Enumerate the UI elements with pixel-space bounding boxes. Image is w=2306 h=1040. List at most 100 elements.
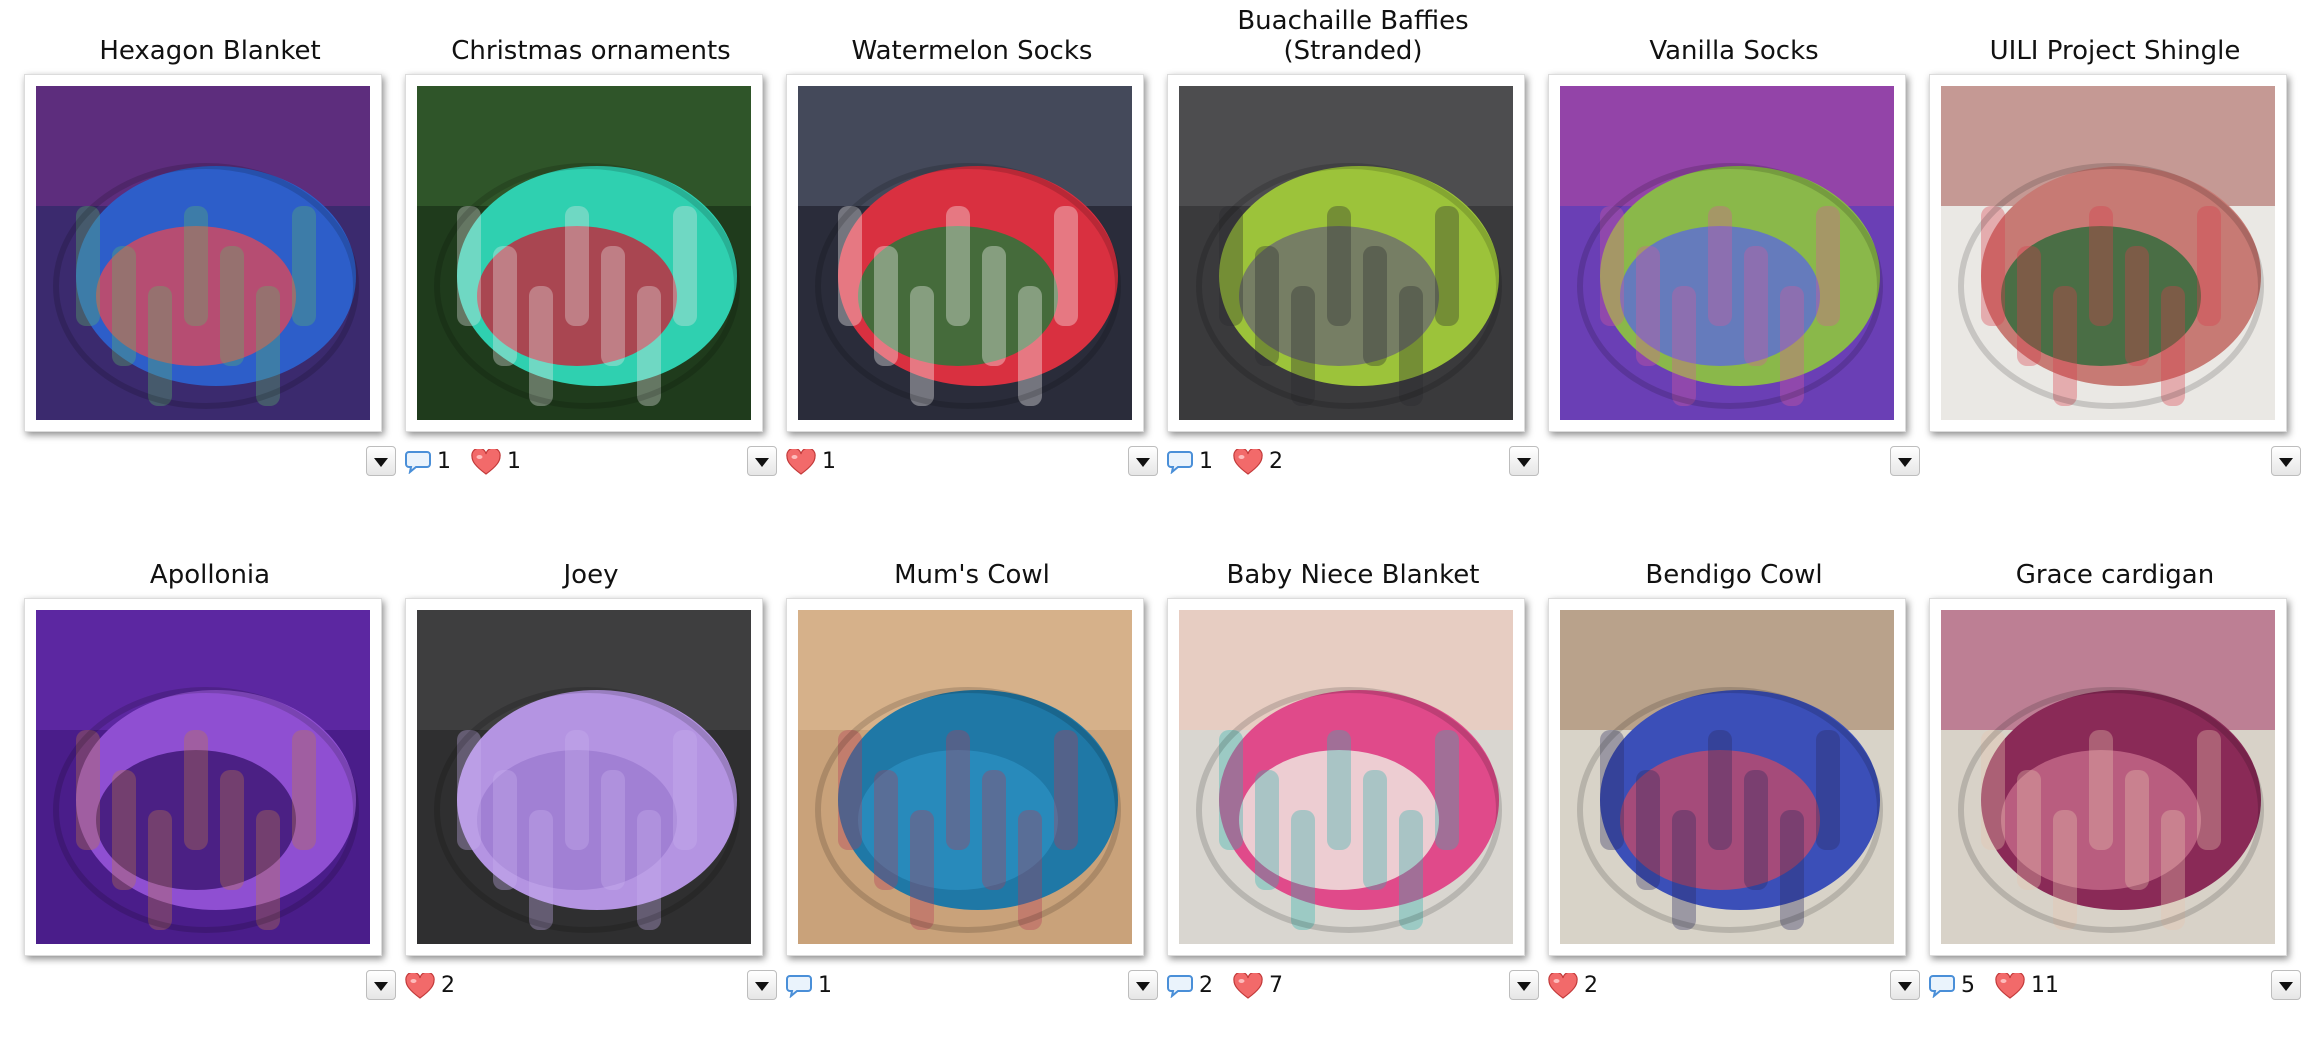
project-photo-frame[interactable] [1929,598,2287,956]
project-menu-button[interactable] [1890,970,1920,1000]
project-menu-button[interactable] [747,446,777,476]
watermelon-sock-photo[interactable] [798,86,1132,420]
project-title[interactable]: Vanilla Socks [1548,36,1920,66]
project-photo-frame[interactable] [1167,598,1525,956]
speech-bubble-icon [786,974,812,998]
project-meta [24,446,396,478]
mini-sweater-ornament-photo[interactable] [417,86,751,420]
project-meta: 1 2 [1167,446,1539,478]
project-menu-button[interactable] [1128,970,1158,1000]
project-photo-frame[interactable] [24,598,382,956]
love-count[interactable]: 2 [1548,970,1598,1002]
project-menu-button[interactable] [2271,446,2301,476]
project-menu-button[interactable] [1509,446,1539,476]
project-menu-button[interactable] [366,970,396,1000]
heart-icon [1233,448,1263,476]
love-count-value: 7 [1269,973,1283,998]
project-title-container: Hexagon Blanket [24,0,396,66]
project-meta: 2 [405,970,777,1002]
project-photo-frame[interactable] [1548,598,1906,956]
project-title[interactable]: UILI Project Shingle [1929,36,2301,66]
project-photo-frame[interactable] [786,74,1144,432]
project-title-container: Watermelon Socks [786,0,1158,66]
comment-count[interactable]: 1 [1167,446,1213,478]
dropdown-arrow-icon [1898,981,1912,991]
teal-cowl-photo[interactable] [798,610,1132,944]
love-count-value: 2 [1584,973,1598,998]
project-title-container: Vanilla Socks [1548,0,1920,66]
project-photo-frame[interactable] [1167,74,1525,432]
project-menu-button[interactable] [1890,446,1920,476]
baby-blanket-photo[interactable] [1179,610,1513,944]
project-photo-frame[interactable] [405,598,763,956]
project-meta [1548,446,1920,478]
dropdown-arrow-icon [1517,981,1531,991]
lilac-baby-cardigan-photo[interactable] [417,610,751,944]
project-title-container: Grace cardigan [1929,524,2301,590]
project-title[interactable]: Apollonia [24,560,396,590]
dropdown-arrow-icon [374,981,388,991]
project-title-container: Mum's Cowl [786,524,1158,590]
project-menu-button[interactable] [366,446,396,476]
love-count-value: 2 [441,973,455,998]
speech-bubble-icon [405,450,431,474]
project-title[interactable]: Baby Niece Blanket [1167,560,1539,590]
purple-cabled-sweater-photo[interactable] [36,610,370,944]
project-title[interactable]: Bendigo Cowl [1548,560,1920,590]
love-count-value: 1 [822,449,836,474]
love-count[interactable]: 11 [1995,970,2059,1002]
project-meta: 1 1 [405,446,777,478]
project-photo-frame[interactable] [1929,74,2287,432]
raspberry-cardigan-photo[interactable] [1941,610,2275,944]
project-menu-button[interactable] [1128,446,1158,476]
project-title[interactable]: Christmas ornaments [405,36,777,66]
love-count[interactable]: 1 [786,446,836,478]
project-meta: 2 7 [1167,970,1539,1002]
project-title[interactable]: Joey [405,560,777,590]
comment-count[interactable]: 2 [1167,970,1213,1002]
dropdown-arrow-icon [1517,457,1531,467]
gradient-cowl-photo[interactable] [1560,610,1894,944]
project-title-container: Baby Niece Blanket [1167,524,1539,590]
project-title[interactable]: Hexagon Blanket [24,36,396,66]
project-title[interactable]: Watermelon Socks [786,36,1158,66]
project-title[interactable]: Buachaille Baffies (Stranded) [1167,6,1539,66]
project-photo-frame[interactable] [1548,74,1906,432]
project-meta: 5 11 [1929,970,2301,1002]
comment-count[interactable]: 5 [1929,970,1975,1002]
love-count-value: 11 [2031,973,2059,998]
project-title-container: Buachaille Baffies (Stranded) [1167,0,1539,66]
love-count-value: 2 [1269,449,1283,474]
crochet-hexagon-blanket-photo[interactable] [36,86,370,420]
project-title-container: Apollonia [24,524,396,590]
dropdown-arrow-icon [2279,457,2293,467]
striped-sock-photo[interactable] [1560,86,1894,420]
love-count[interactable]: 1 [471,446,521,478]
project-menu-button[interactable] [1509,970,1539,1000]
comment-count[interactable]: 1 [786,970,832,1002]
heart-icon [786,448,816,476]
dropdown-arrow-icon [2279,981,2293,991]
project-photo-frame[interactable] [786,598,1144,956]
comment-count[interactable]: 1 [405,446,451,478]
project-menu-button[interactable] [2271,970,2301,1000]
project-meta [1929,446,2301,478]
project-meta: 1 [786,970,1158,1002]
project-meta: 2 [1548,970,1920,1002]
project-title[interactable]: Grace cardigan [1929,560,2301,590]
project-title[interactable]: Mum's Cowl [786,560,1158,590]
love-count[interactable]: 2 [405,970,455,1002]
heart-icon [405,972,435,1000]
project-menu-button[interactable] [747,970,777,1000]
love-count[interactable]: 7 [1233,970,1283,1002]
project-photo-frame[interactable] [24,74,382,432]
tweed-top-photo[interactable] [1941,86,2275,420]
project-meta: 1 [786,446,1158,478]
project-photo-frame[interactable] [405,74,763,432]
project-title-container: Joey [405,524,777,590]
stranded-slippers-photo[interactable] [1179,86,1513,420]
comment-count-value: 1 [1199,449,1213,474]
love-count[interactable]: 2 [1233,446,1283,478]
speech-bubble-icon [1929,974,1955,998]
love-count-value: 1 [507,449,521,474]
